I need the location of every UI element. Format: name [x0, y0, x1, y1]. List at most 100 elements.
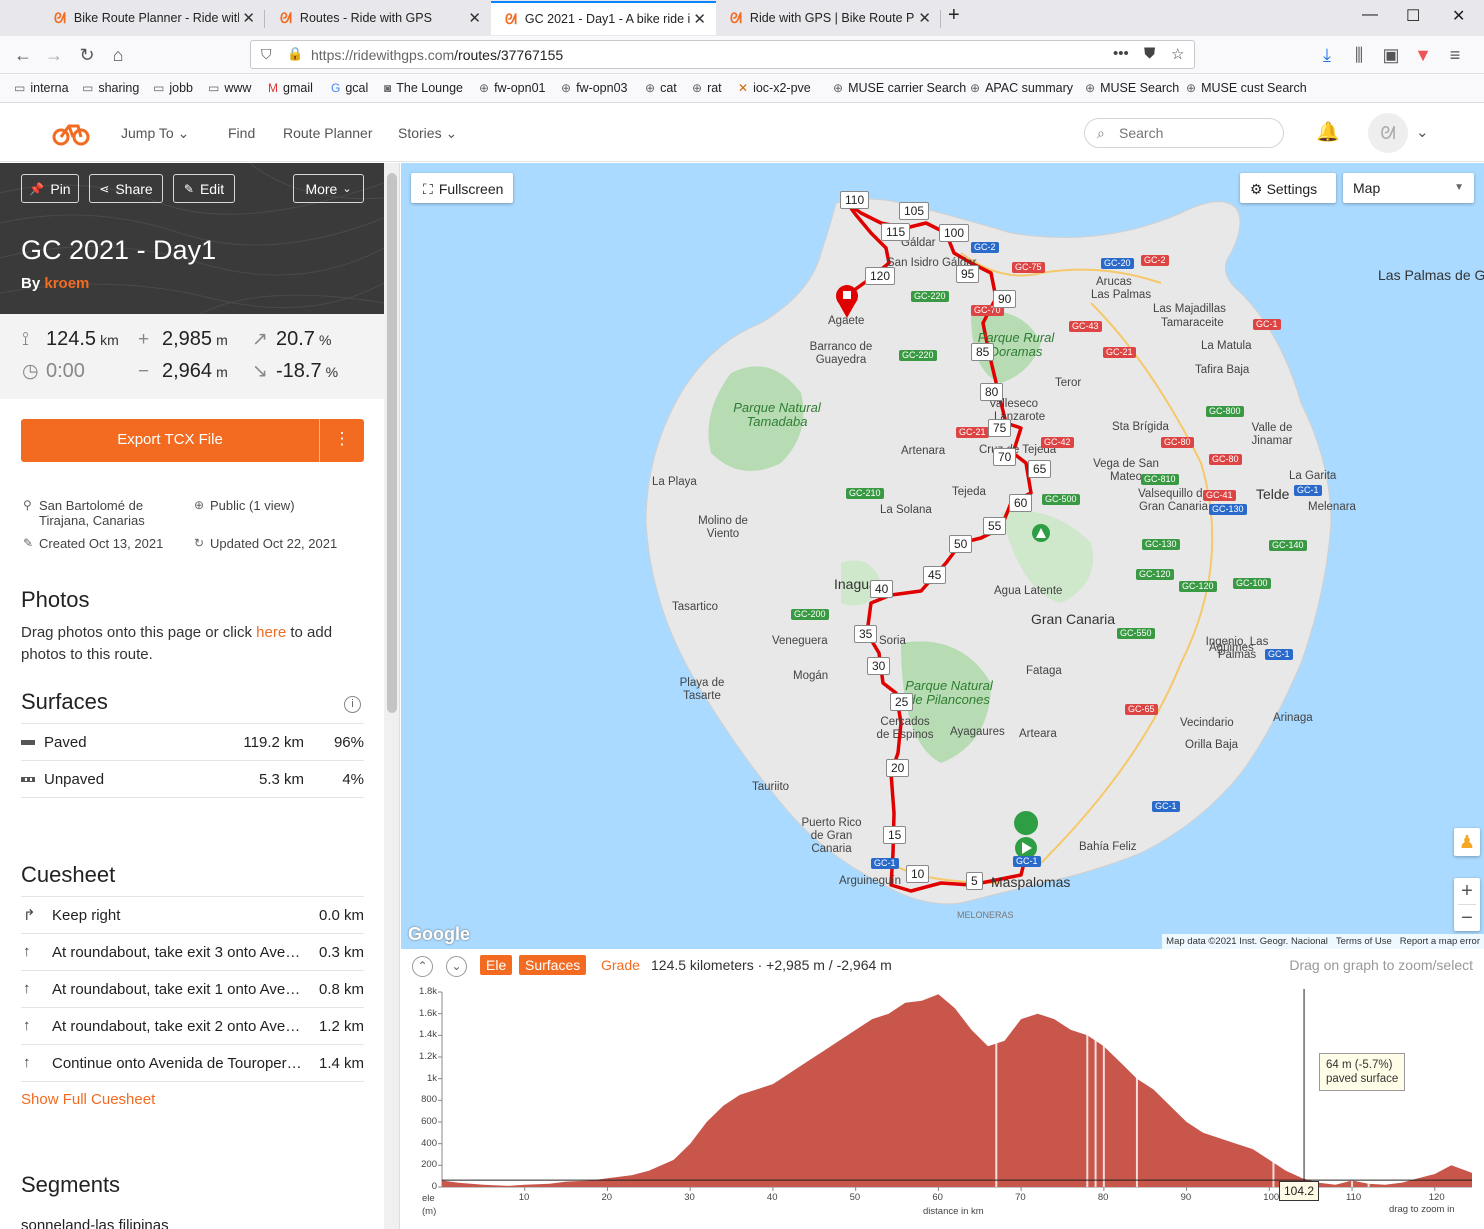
new-tab-icon[interactable]: +: [948, 4, 960, 27]
bookmark-link[interactable]: ✕ ioc-x2-pve: [738, 81, 811, 95]
terms-link[interactable]: Terms of Use: [1336, 936, 1392, 947]
close-tab-icon[interactable]: ✕: [918, 9, 931, 27]
browser-tab-bar: ᘛ Bike Route Planner - Ride with GPS ✕ ᘛ…: [0, 0, 1484, 36]
bookmark-link[interactable]: ⊕ rat: [692, 81, 722, 95]
tab-title: Routes - Ride with GPS: [299, 11, 432, 25]
browser-tab-active[interactable]: ᘛ GC 2021 - Day1 - A bike ride in ✕: [491, 1, 716, 35]
route-map[interactable]: Las Palmas de Gran Canaria Arucas Las Pa…: [401, 163, 1484, 949]
pin-icon: 📌: [29, 181, 45, 196]
place-label: Cercados de Espinos: [876, 716, 934, 741]
place-label: Agüimes: [1209, 642, 1254, 654]
nav-route-planner[interactable]: Route Planner: [283, 125, 373, 141]
pocket-icon[interactable]: ⛊: [1144, 45, 1155, 62]
export-options-icon[interactable]: ⋮: [320, 429, 364, 449]
place-label: Valle de Jinamar: [1251, 422, 1293, 447]
map-type-select[interactable]: Map ▼: [1343, 173, 1474, 203]
close-window-icon[interactable]: ✕: [1452, 6, 1465, 26]
bookmark-folder[interactable]: ▭ sharing: [82, 81, 139, 95]
cue-row[interactable]: ↑Continue onto Avenida de Touroperador T…: [21, 1045, 364, 1082]
nav-find[interactable]: Find: [228, 125, 255, 141]
park-poi-icon[interactable]: [1032, 524, 1050, 542]
bookmark-folder[interactable]: ▭ jobb: [153, 81, 193, 95]
bookmark-link[interactable]: ⊕ APAC summary: [970, 81, 1073, 95]
road-shield: GC-210: [846, 488, 884, 499]
bookmark-link[interactable]: Ggcal: [331, 81, 368, 95]
sidebar-icon[interactable]: ▣: [1378, 42, 1404, 68]
chevron-down-icon[interactable]: ⌄: [1416, 123, 1429, 141]
browser-tab[interactable]: ᘛ Routes - Ride with GPS ✕: [266, 2, 491, 34]
report-map-error-link[interactable]: Report a map error: [1400, 936, 1480, 947]
bookmark-star-icon[interactable]: ☆: [1171, 45, 1184, 63]
share-button[interactable]: ⋖ Share: [89, 174, 163, 203]
bookmark-link[interactable]: ⊕ fw-opn01: [479, 81, 546, 95]
forward-icon[interactable]: →: [41, 42, 67, 68]
url-text: https://ridewithgps.com/routes/37767155: [311, 47, 564, 63]
scroll-thumb[interactable]: [387, 173, 397, 713]
close-tab-icon[interactable]: ✕: [242, 9, 255, 27]
home-icon[interactable]: ⌂: [105, 42, 131, 68]
close-tab-icon[interactable]: ✕: [693, 10, 706, 28]
info-icon[interactable]: i: [344, 696, 361, 713]
bookmark-link[interactable]: ⊕ MUSE Search: [1085, 81, 1179, 95]
stat-elev-gain: +2,985 m: [138, 328, 228, 350]
km-marker: 80: [980, 383, 1004, 401]
bookmark-link[interactable]: ⊕ MUSE carrier Search: [833, 81, 966, 95]
elevation-area[interactable]: [442, 994, 1472, 1187]
add-photos-link[interactable]: here: [256, 624, 286, 641]
reload-icon[interactable]: ↻: [74, 42, 100, 68]
avatar[interactable]: ᘛ: [1368, 113, 1408, 153]
back-icon[interactable]: ←: [10, 42, 36, 68]
search-box[interactable]: ⌕: [1084, 118, 1284, 148]
sidebar-scrollbar[interactable]: [384, 163, 399, 1229]
segments-heading: Segments: [21, 1172, 121, 1197]
km-marker: 75: [988, 419, 1012, 437]
cue-row[interactable]: ↑At roundabout, take exit 1 onto Avenida…: [21, 971, 364, 1008]
bookmark-link[interactable]: ⊕ fw-opn03: [561, 81, 628, 95]
extension-icon[interactable]: ▼: [1410, 42, 1436, 68]
more-button[interactable]: More ⌄: [293, 174, 364, 203]
rwgps-logo-icon[interactable]: [52, 120, 90, 146]
downloads-icon[interactable]: ⤓: [1314, 42, 1340, 68]
edit-button[interactable]: ✎ Edit: [173, 174, 235, 203]
library-icon[interactable]: ⫼: [1346, 42, 1372, 68]
bookmark-folder[interactable]: ▭ www: [208, 81, 251, 95]
menu-icon[interactable]: ≡: [1442, 42, 1468, 68]
page-actions-icon[interactable]: •••: [1113, 45, 1129, 62]
author-link[interactable]: kroem: [44, 275, 89, 292]
bookmark-link[interactable]: ◙ The Lounge: [384, 81, 463, 95]
notification-bell-icon[interactable]: 🔔: [1316, 120, 1340, 144]
browser-tab[interactable]: ᘛ Bike Route Planner - Ride with GPS ✕: [40, 2, 265, 34]
browser-tab[interactable]: ᘛ Ride with GPS | Bike Route Planner ✕: [716, 2, 941, 34]
bookmark-link[interactable]: Mgmail: [268, 81, 313, 95]
nav-stories[interactable]: Stories ⌄: [398, 125, 457, 142]
maximize-icon[interactable]: ☐: [1406, 6, 1420, 26]
show-full-cuesheet-link[interactable]: Show Full Cuesheet: [21, 1091, 155, 1108]
bookmark-link[interactable]: ⊕ MUSE cust Search: [1186, 81, 1307, 95]
zoom-in-button[interactable]: +: [1454, 878, 1480, 904]
bookmark-link[interactable]: ⊕ cat: [645, 81, 677, 95]
minimize-icon[interactable]: —: [1362, 6, 1378, 24]
bookmark-folder[interactable]: ▭ interna: [14, 81, 69, 95]
close-tab-icon[interactable]: ✕: [468, 9, 481, 27]
place-label: Teror: [1055, 377, 1082, 389]
settings-button[interactable]: ⚙ Settings: [1240, 173, 1336, 203]
segment-item[interactable]: sonneland-las filipinas: [21, 1217, 169, 1229]
road-shield: GC-140: [1269, 540, 1307, 551]
cue-row[interactable]: ↱ Keep right 0.0 km: [21, 897, 364, 934]
lock-icon[interactable]: 🔒: [287, 46, 303, 62]
zoom-out-button[interactable]: −: [1454, 905, 1480, 931]
street-view-pegman-icon[interactable]: ♟: [1454, 828, 1480, 856]
export-button[interactable]: Export TCX File ⋮: [21, 419, 364, 462]
map-canvas[interactable]: [401, 163, 1484, 949]
cue-row[interactable]: ↑At roundabout, take exit 3 onto Avenida…: [21, 934, 364, 971]
cue-row[interactable]: ↑At roundabout, take exit 2 onto Avenida…: [21, 1008, 364, 1045]
fullscreen-button[interactable]: ⛶ Fullscreen: [411, 173, 513, 203]
pin-button[interactable]: 📌 Pin: [21, 174, 79, 203]
tracking-shield-icon[interactable]: ⛉: [261, 46, 272, 63]
road-shield: GC-2: [971, 242, 999, 253]
nav-jump-to[interactable]: Jump To ⌄: [121, 125, 189, 142]
url-bar[interactable]: ⛉ 🔒 https://ridewithgps.com/routes/37767…: [250, 40, 1195, 69]
place-label: Puerto Rico de Gran Canaria: [801, 817, 862, 855]
road-shield: GC-1: [1265, 649, 1293, 660]
search-input[interactable]: [1119, 125, 1269, 141]
